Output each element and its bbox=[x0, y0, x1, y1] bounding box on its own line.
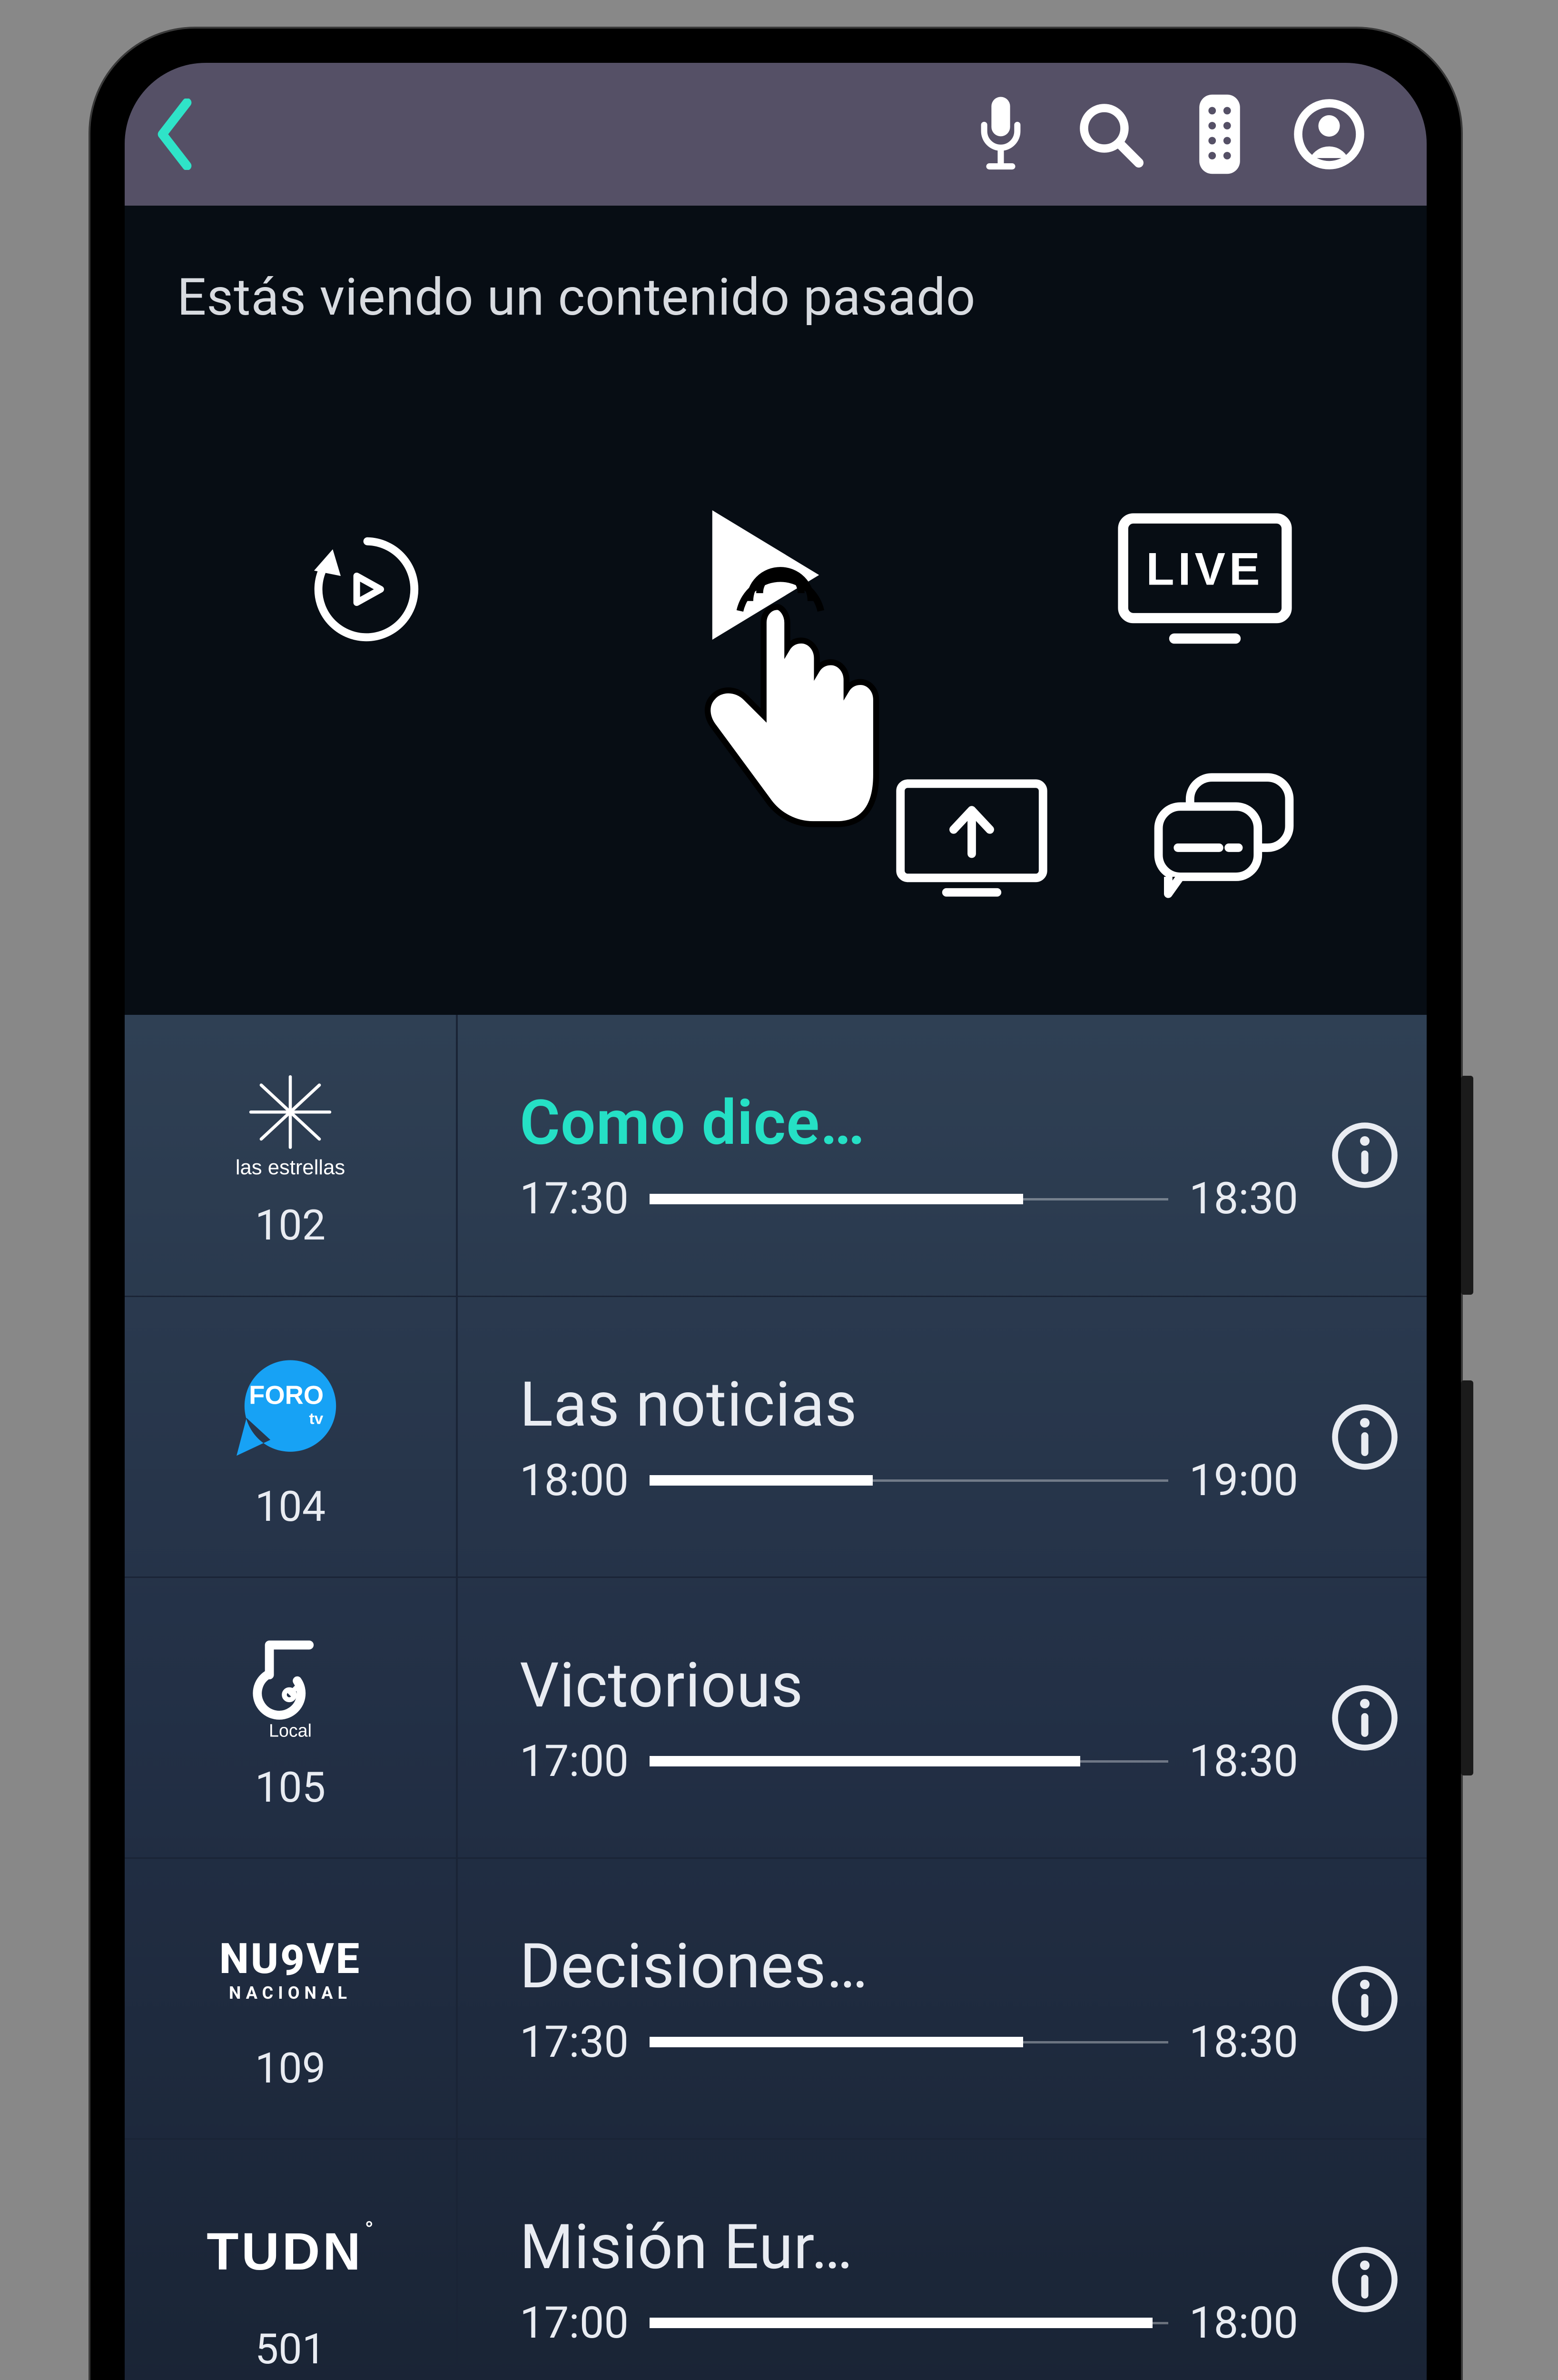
svg-text:las estrellas: las estrellas bbox=[236, 1156, 345, 1179]
program-title: Las noticias bbox=[520, 1368, 1298, 1441]
start-time: 18:00 bbox=[520, 1455, 629, 1506]
program-timeline: 17:30 18:30 bbox=[520, 1173, 1298, 1224]
channel-guide[interactable]: las estrellas 102 Como dice… 17:30 bbox=[125, 1015, 1427, 2380]
voice-button[interactable] bbox=[946, 63, 1055, 206]
info-button[interactable] bbox=[1322, 1112, 1408, 1198]
program-cell[interactable]: Misión Eur… 17:00 18:00 bbox=[458, 2140, 1427, 2380]
start-time: 17:30 bbox=[520, 1173, 629, 1224]
info-icon bbox=[1329, 2244, 1400, 2315]
start-time: 17:00 bbox=[520, 2298, 629, 2349]
program-title: Como dice… bbox=[520, 1086, 1298, 1159]
remote-icon bbox=[1196, 91, 1243, 177]
svg-text:Local: Local bbox=[269, 1720, 312, 1740]
svg-text:tv: tv bbox=[309, 1410, 323, 1428]
channel-number: 109 bbox=[255, 2044, 325, 2093]
app-screen: Estás viendo un contenido pasado bbox=[125, 63, 1427, 2380]
rewind-icon bbox=[301, 523, 434, 656]
info-button[interactable] bbox=[1322, 2237, 1408, 2322]
channel-number: 501 bbox=[255, 2325, 325, 2374]
program-timeline: 17:30 18:30 bbox=[520, 2017, 1298, 2068]
channel-logo-canal-5: Local bbox=[134, 1628, 446, 1752]
remote-button[interactable] bbox=[1165, 63, 1274, 206]
program-cell[interactable]: Las noticias 18:00 19:00 bbox=[458, 1297, 1427, 1577]
end-time: 18:00 bbox=[1189, 2298, 1298, 2349]
channel-logo-nueve: NU9VE NACIONAL bbox=[134, 1909, 446, 2033]
progress-bar bbox=[650, 2037, 1168, 2047]
progress-bar bbox=[650, 1475, 1168, 1486]
program-title: Victorious bbox=[520, 1649, 1298, 1722]
rewind-button[interactable] bbox=[282, 504, 453, 675]
info-icon bbox=[1329, 1963, 1400, 2034]
program-cell[interactable]: Victorious 17:00 18:30 bbox=[458, 1578, 1427, 1857]
subtitles-button[interactable] bbox=[1143, 765, 1305, 908]
start-time: 17:00 bbox=[520, 1736, 629, 1787]
channel-number: 102 bbox=[255, 1201, 325, 1250]
end-time: 18:30 bbox=[1189, 1173, 1298, 1224]
guide-row[interactable]: Local 105 Victorious 17:00 bbox=[125, 1577, 1427, 1857]
channel-number: 105 bbox=[255, 1763, 325, 1812]
program-title: Misión Eur… bbox=[520, 2211, 1298, 2283]
player-status-message: Estás viendo un contenido pasado bbox=[144, 268, 1408, 327]
cast-button[interactable] bbox=[886, 765, 1057, 908]
live-button[interactable]: LIVE bbox=[1105, 504, 1305, 656]
back-button[interactable] bbox=[144, 63, 206, 206]
progress-bar bbox=[650, 1756, 1168, 1766]
profile-icon bbox=[1293, 99, 1365, 170]
channel-cell[interactable]: FORO tv 104 bbox=[125, 1297, 458, 1577]
info-icon bbox=[1329, 1120, 1400, 1191]
channel-logo-tudn: TUDN° bbox=[134, 2190, 446, 2313]
guide-row[interactable]: NU9VE NACIONAL 109 Decisiones… 17:30 bbox=[125, 1857, 1427, 2138]
cast-icon bbox=[893, 775, 1050, 899]
end-time: 18:30 bbox=[1189, 1736, 1298, 1787]
program-cell[interactable]: Decisiones… 17:30 18:30 bbox=[458, 1859, 1427, 2138]
program-cell[interactable]: Como dice… 17:30 18:30 bbox=[458, 1015, 1427, 1296]
chevron-left-icon bbox=[153, 99, 196, 170]
guide-row[interactable]: TUDN° 501 Misión Eur… 17:00 18:00 bbox=[125, 2138, 1427, 2380]
program-timeline: 17:00 18:00 bbox=[520, 2298, 1298, 2349]
program-timeline: 17:00 18:30 bbox=[520, 1736, 1298, 1787]
progress-bar bbox=[650, 1194, 1168, 1204]
channel-cell[interactable]: las estrellas 102 bbox=[125, 1015, 458, 1296]
channel-logo-foro-tv: FORO tv bbox=[134, 1347, 446, 1471]
play-button[interactable] bbox=[658, 475, 858, 675]
info-icon bbox=[1329, 1401, 1400, 1473]
device-side-button bbox=[1461, 1380, 1473, 1775]
player-controls: LIVE bbox=[144, 327, 1408, 994]
search-icon bbox=[1075, 99, 1146, 170]
end-time: 19:00 bbox=[1189, 1455, 1298, 1506]
info-button[interactable] bbox=[1322, 1675, 1408, 1761]
play-icon bbox=[677, 494, 838, 656]
profile-button[interactable] bbox=[1274, 63, 1384, 206]
info-icon bbox=[1329, 1682, 1400, 1754]
info-button[interactable] bbox=[1322, 1956, 1408, 2042]
live-label: LIVE bbox=[1146, 544, 1263, 595]
progress-bar bbox=[650, 2318, 1168, 2328]
guide-row[interactable]: FORO tv 104 Las noticias 18:00 bbox=[125, 1296, 1427, 1577]
top-bar bbox=[125, 63, 1427, 206]
search-button[interactable] bbox=[1055, 63, 1165, 206]
device-frame: Estás viendo un contenido pasado bbox=[90, 29, 1461, 2380]
chat-icon bbox=[1150, 770, 1298, 903]
info-button[interactable] bbox=[1322, 1394, 1408, 1480]
svg-text:FORO: FORO bbox=[249, 1381, 324, 1410]
channel-cell[interactable]: NU9VE NACIONAL 109 bbox=[125, 1859, 458, 2138]
channel-number: 104 bbox=[255, 1482, 325, 1531]
program-timeline: 18:00 19:00 bbox=[520, 1455, 1298, 1506]
player-area: Estás viendo un contenido pasado bbox=[125, 206, 1427, 1015]
microphone-icon bbox=[975, 94, 1027, 175]
channel-cell[interactable]: Local 105 bbox=[125, 1578, 458, 1857]
program-title: Decisiones… bbox=[520, 1930, 1298, 2003]
end-time: 18:30 bbox=[1189, 2017, 1298, 2068]
start-time: 17:30 bbox=[520, 2017, 629, 2068]
device-side-button bbox=[1461, 1076, 1473, 1295]
live-tv-icon: LIVE bbox=[1114, 511, 1295, 649]
channel-cell[interactable]: TUDN° 501 bbox=[125, 2140, 458, 2380]
channel-logo-las-estrellas: las estrellas bbox=[134, 1066, 446, 1190]
guide-row[interactable]: las estrellas 102 Como dice… 17:30 bbox=[125, 1015, 1427, 1296]
